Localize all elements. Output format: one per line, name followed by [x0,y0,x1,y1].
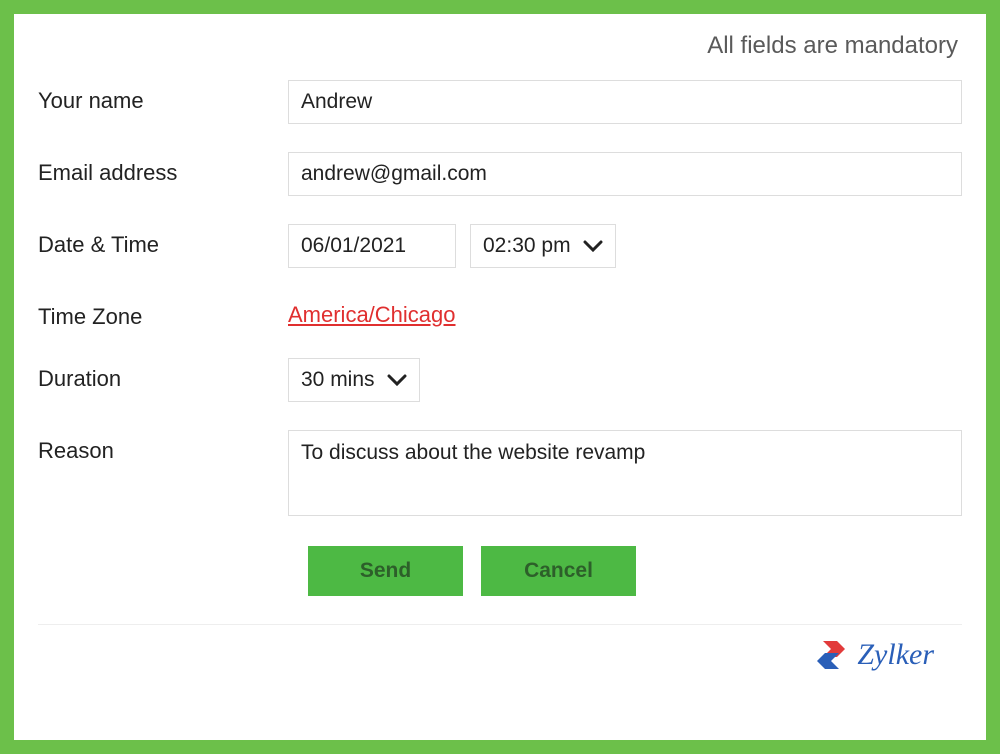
row-duration: Duration 30 mins [38,358,962,402]
time-select-value: 02:30 pm [483,234,571,258]
form-container: All fields are mandatory Your name Email… [0,0,1000,754]
label-name: Your name [38,80,288,114]
row-name: Your name [38,80,962,124]
duration-select[interactable]: 30 mins [288,358,420,402]
row-email: Email address [38,152,962,196]
time-select[interactable]: 02:30 pm [470,224,616,268]
cancel-button[interactable]: Cancel [481,546,636,596]
row-datetime: Date & Time 02:30 pm [38,224,962,268]
row-timezone: Time Zone America/Chicago [38,296,962,330]
label-datetime: Date & Time [38,224,288,258]
send-button[interactable]: Send [308,546,463,596]
date-input[interactable] [288,224,456,268]
brand-name: Zylker [857,638,934,672]
button-row: Send Cancel [308,546,962,596]
chevron-down-icon [387,374,407,386]
name-input[interactable] [288,80,962,124]
brand-footer: Zylker [38,625,962,675]
label-reason: Reason [38,430,288,464]
email-input[interactable] [288,152,962,196]
timezone-link[interactable]: America/Chicago [288,296,456,328]
chevron-down-icon [583,240,603,252]
label-email: Email address [38,152,288,186]
label-timezone: Time Zone [38,296,288,330]
duration-select-value: 30 mins [301,368,375,392]
mandatory-notice: All fields are mandatory [38,32,962,60]
row-reason: Reason [38,430,962,516]
label-duration: Duration [38,358,288,392]
reason-textarea[interactable] [288,430,962,516]
brand-logo-icon [811,635,851,675]
